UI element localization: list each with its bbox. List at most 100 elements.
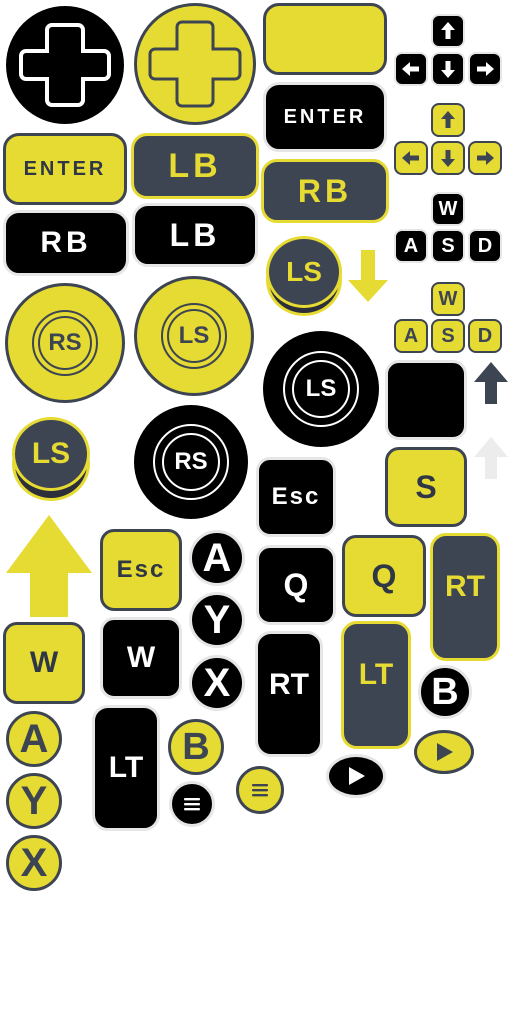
menu-lines-icon bbox=[252, 784, 268, 797]
b-button-yellow[interactable]: B bbox=[168, 719, 224, 775]
s-key[interactable]: S bbox=[431, 319, 465, 353]
arrow-up-key[interactable] bbox=[431, 103, 465, 137]
ls-label: LS bbox=[286, 256, 322, 287]
a-button-yellow[interactable]: A bbox=[6, 711, 62, 767]
rb-label: RB bbox=[297, 172, 353, 209]
rb-key-slate[interactable]: RB bbox=[261, 159, 389, 223]
y-button-black[interactable]: Y bbox=[189, 592, 245, 648]
a-key[interactable]: A bbox=[394, 319, 428, 353]
ls-label: LS bbox=[178, 322, 210, 349]
dpad-black[interactable] bbox=[6, 6, 124, 124]
a-label: A bbox=[403, 234, 419, 257]
dpad-yellow[interactable] bbox=[134, 3, 256, 125]
b-button-black[interactable]: B bbox=[418, 665, 472, 719]
s-key[interactable]: S bbox=[431, 229, 465, 263]
wasd-cluster-yellow[interactable]: W A S D bbox=[394, 282, 504, 354]
rs-label: RS bbox=[48, 329, 82, 356]
x-button-black[interactable]: X bbox=[189, 655, 245, 711]
arrow-left-key[interactable] bbox=[394, 52, 428, 86]
arrow-down-key[interactable] bbox=[431, 52, 465, 86]
ls-stick-medium[interactable]: LS bbox=[12, 417, 92, 501]
rt-label: RT bbox=[445, 570, 485, 603]
rs-stick-yellow[interactable]: RS bbox=[5, 283, 125, 403]
start-button-yellow[interactable] bbox=[414, 730, 474, 774]
a-button-black[interactable]: A bbox=[189, 530, 245, 586]
d-label: D bbox=[477, 324, 493, 347]
ls-stick-black[interactable]: LS bbox=[263, 331, 379, 447]
lt-trigger-black[interactable]: LT bbox=[92, 705, 160, 831]
w-key[interactable]: W bbox=[431, 192, 465, 226]
w-label: W bbox=[126, 641, 156, 674]
esc-label: Esc bbox=[116, 556, 166, 583]
w-key-black[interactable]: W bbox=[100, 617, 182, 699]
a-label: A bbox=[19, 716, 49, 761]
d-label: D bbox=[477, 234, 493, 257]
ls-stick-yellow[interactable]: LS bbox=[134, 276, 254, 396]
arrow-down-icon bbox=[441, 61, 455, 78]
arrow-left-icon bbox=[402, 151, 419, 165]
dpad-cross-icon bbox=[148, 20, 242, 108]
play-triangle-icon bbox=[349, 767, 365, 785]
x-label: X bbox=[20, 840, 48, 885]
d-key[interactable]: D bbox=[468, 319, 502, 353]
lb-key-slate[interactable]: LB bbox=[131, 133, 259, 199]
rt-trigger-black[interactable]: RT bbox=[255, 631, 323, 757]
arrow-up-icon bbox=[441, 111, 455, 128]
s-key-yellow[interactable]: S bbox=[385, 447, 467, 527]
q-label: Q bbox=[371, 557, 397, 594]
lt-trigger-slate[interactable]: LT bbox=[341, 621, 411, 749]
wasd-cluster-black[interactable]: W A S D bbox=[394, 192, 504, 264]
start-button-black[interactable] bbox=[326, 754, 386, 798]
arrow-right-key[interactable] bbox=[468, 141, 502, 175]
arrow-cluster-yellow[interactable] bbox=[394, 103, 504, 179]
s-label: S bbox=[415, 468, 437, 505]
arrow-up-key[interactable] bbox=[431, 14, 465, 48]
q-label: Q bbox=[283, 566, 309, 603]
s-label: S bbox=[441, 234, 455, 257]
w-label: W bbox=[438, 197, 458, 220]
lt-label: LT bbox=[358, 658, 394, 691]
esc-key-black[interactable]: Esc bbox=[256, 457, 336, 537]
lb-key-black[interactable]: LB bbox=[132, 203, 258, 267]
esc-label: Esc bbox=[271, 483, 321, 510]
blank-wide-key[interactable] bbox=[263, 3, 387, 75]
blank-square-key-black[interactable] bbox=[385, 360, 467, 440]
menu-button-black[interactable] bbox=[169, 781, 215, 827]
x-button-yellow[interactable]: X bbox=[6, 835, 62, 891]
arrow-up-icon bbox=[474, 437, 508, 479]
x-label: X bbox=[203, 660, 231, 705]
w-label: W bbox=[438, 287, 458, 310]
rb-label: RB bbox=[40, 226, 92, 259]
y-label: Y bbox=[20, 778, 48, 823]
arrow-left-key[interactable] bbox=[394, 141, 428, 175]
w-key-yellow[interactable]: W bbox=[3, 622, 85, 704]
rb-key-black[interactable]: RB bbox=[3, 210, 129, 276]
a-label: A bbox=[202, 535, 232, 580]
arrow-right-key[interactable] bbox=[468, 52, 502, 86]
lb-label: LB bbox=[169, 216, 221, 253]
ls-stick-small[interactable]: LS bbox=[264, 236, 344, 318]
w-key[interactable]: W bbox=[431, 282, 465, 316]
arrow-down-key[interactable] bbox=[431, 141, 465, 175]
q-key-yellow[interactable]: Q bbox=[342, 535, 426, 617]
lb-label: LB bbox=[168, 146, 222, 185]
a-label: A bbox=[403, 324, 419, 347]
enter-label: ENTER bbox=[23, 157, 107, 180]
esc-key-yellow[interactable]: Esc bbox=[100, 529, 182, 611]
y-label: Y bbox=[203, 597, 231, 642]
lt-label: LT bbox=[108, 751, 144, 784]
enter-key-black[interactable]: ENTER bbox=[263, 82, 387, 152]
rt-label: RT bbox=[269, 668, 309, 701]
arrow-down-icon bbox=[441, 150, 455, 167]
enter-key-yellow[interactable]: ENTER bbox=[3, 133, 127, 205]
arrow-cluster-black[interactable] bbox=[394, 14, 504, 90]
rt-trigger-slate[interactable]: RT bbox=[430, 533, 500, 661]
arrow-up-icon bbox=[474, 362, 508, 404]
d-key[interactable]: D bbox=[468, 229, 502, 263]
menu-button-yellow[interactable] bbox=[236, 766, 284, 814]
q-key-black[interactable]: Q bbox=[256, 545, 336, 625]
rs-stick-black[interactable]: RS bbox=[134, 405, 248, 519]
a-key[interactable]: A bbox=[394, 229, 428, 263]
y-button-yellow[interactable]: Y bbox=[6, 773, 62, 829]
arrow-left-icon bbox=[402, 62, 419, 76]
